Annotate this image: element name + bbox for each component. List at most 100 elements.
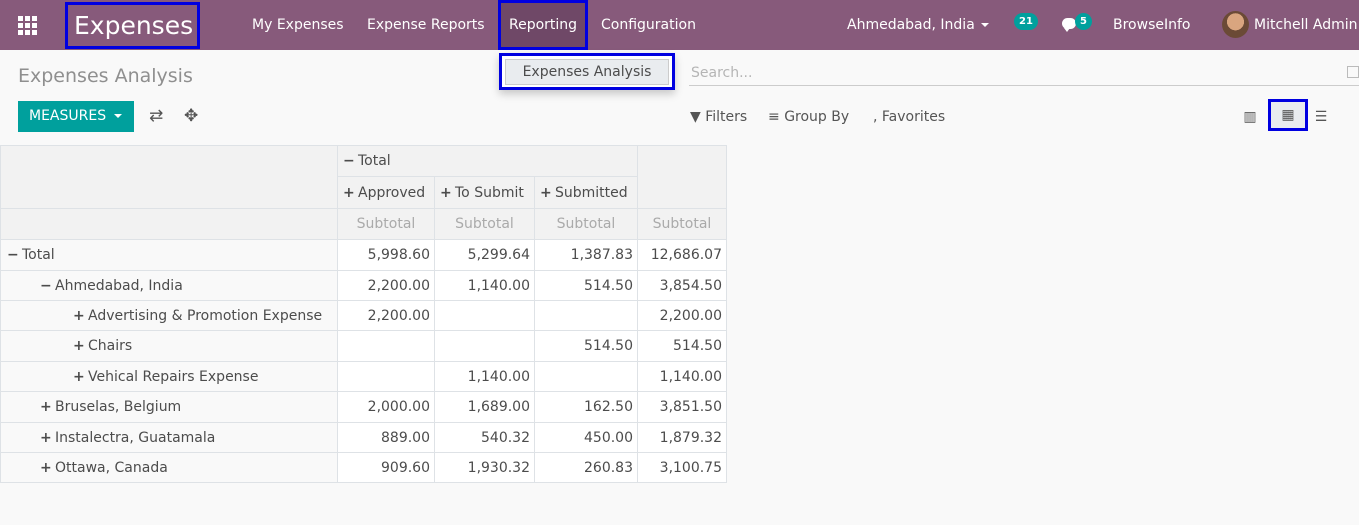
row-toggle: + <box>40 429 52 446</box>
chat-icon[interactable] <box>1062 18 1076 32</box>
page-title: Expenses Analysis <box>18 65 193 87</box>
table-row: − Ahmedabad, India 2,200.00 1,140.00 514.… <box>0 270 727 301</box>
table-cell-total: 12,686.07 <box>637 239 727 271</box>
col-header-approved[interactable]: + Approved <box>337 176 435 209</box>
avatar[interactable] <box>1222 11 1249 38</box>
list-view-icon[interactable]: ☰ <box>1310 106 1332 128</box>
table-cell <box>534 300 638 331</box>
table-cell: 1,140.00 <box>434 361 535 392</box>
table-cell-total: 3,100.75 <box>637 452 727 483</box>
table-cell: 1,930.32 <box>434 452 535 483</box>
row-toggle: + <box>73 338 85 354</box>
pivot-corner <box>0 145 338 209</box>
search-options-icon[interactable] <box>1347 66 1359 78</box>
table-row: + Ottawa, Canada 909.60 1,930.32 260.83 3… <box>0 452 727 483</box>
col-header-total[interactable]: − Total <box>337 145 638 177</box>
menu-configuration[interactable]: Configuration <box>601 0 696 50</box>
apps-grid-icon[interactable] <box>18 16 38 35</box>
table-cell-total: 2,200.00 <box>637 300 727 331</box>
row-header[interactable]: + Vehical Repairs Expense <box>0 361 338 392</box>
filters-button[interactable]: ▼ Filters <box>690 107 747 127</box>
table-row: + Instalectra, Guatamala 889.00 540.32 45… <box>0 422 727 453</box>
menu-my-expenses[interactable]: My Expenses <box>252 0 344 50</box>
company-name: Ahmedabad, India <box>847 17 975 33</box>
star-icon: , <box>873 109 878 125</box>
row-toggle: − <box>7 247 19 263</box>
app-brand[interactable]: Expenses <box>65 2 200 49</box>
company-switcher[interactable]: Ahmedabad, India <box>847 0 989 50</box>
table-cell: 260.83 <box>534 452 638 483</box>
table-cell: 909.60 <box>337 452 435 483</box>
table-cell <box>434 300 535 331</box>
browseinfo-link[interactable]: BrowseInfo <box>1113 0 1190 50</box>
search-bar <box>689 60 1359 86</box>
table-cell: 162.50 <box>534 391 638 423</box>
graph-view-icon[interactable]: ▥ <box>1239 106 1261 128</box>
row-label: Vehical Repairs Expense <box>88 368 259 385</box>
reporting-dropdown: Expenses Analysis <box>499 53 675 90</box>
row-header-total[interactable]: − Total <box>0 239 338 271</box>
table-cell: 514.50 <box>534 270 638 301</box>
row-label: Ahmedabad, India <box>55 277 183 294</box>
subtotal-header: Subtotal <box>434 208 535 240</box>
pivot-view-icon[interactable]: ▦ <box>1268 99 1308 131</box>
row-header[interactable]: − Ahmedabad, India <box>0 270 338 301</box>
row-header[interactable]: + Chairs <box>0 330 338 362</box>
row-label: Ottawa, Canada <box>55 459 168 476</box>
group-by-label: Group By <box>784 109 850 125</box>
table-cell: 540.32 <box>434 422 535 453</box>
table-row: + Bruselas, Belgium 2,000.00 1,689.00 162… <box>0 391 727 423</box>
row-header[interactable]: + Instalectra, Guatamala <box>0 422 338 453</box>
table-cell-total: 1,140.00 <box>637 361 727 392</box>
row-toggle: + <box>73 307 85 324</box>
row-header[interactable]: + Advertising & Promotion Expense <box>0 300 338 331</box>
table-cell: 2,000.00 <box>337 391 435 423</box>
table-row: + Chairs 514.50 514.50 <box>0 330 727 362</box>
table-cell: 450.00 <box>534 422 638 453</box>
menu-reporting[interactable]: Reporting <box>498 0 589 50</box>
table-cell: 2,200.00 <box>337 270 435 301</box>
measures-label: MEASURES <box>29 108 107 124</box>
table-cell-total: 3,851.50 <box>637 391 727 423</box>
table-row: − Total 5,998.60 5,299.64 1,387.83 12,686… <box>0 239 727 271</box>
expand-all-icon[interactable]: ✥ <box>184 108 198 125</box>
col-header-label: Submitted <box>555 184 628 201</box>
row-toggle: + <box>40 459 52 476</box>
measures-button[interactable]: MEASURES <box>18 101 134 132</box>
row-header[interactable]: + Bruselas, Belgium <box>0 391 338 423</box>
row-toggle: + <box>73 368 85 385</box>
activity-badge[interactable]: 21 <box>1014 13 1038 30</box>
row-label: Advertising & Promotion Expense <box>88 307 323 324</box>
table-cell: 5,299.64 <box>434 239 535 271</box>
user-menu[interactable]: Mitchell Admin <box>1254 0 1358 50</box>
favorites-button[interactable]: , Favorites <box>873 107 945 127</box>
subtotal-header: Subtotal <box>637 208 727 240</box>
table-cell: 1,140.00 <box>434 270 535 301</box>
menu-expense-reports[interactable]: Expense Reports <box>367 0 485 50</box>
search-input[interactable] <box>689 60 1329 85</box>
row-label: Chairs <box>88 338 133 354</box>
col-header-submitted[interactable]: + Submitted <box>534 176 638 209</box>
row-toggle: − <box>40 277 52 294</box>
table-cell-total: 514.50 <box>637 330 727 362</box>
filters-label: Filters <box>705 109 748 125</box>
table-row: + Vehical Repairs Expense 1,140.00 1,140.… <box>0 361 727 392</box>
flip-axis-icon[interactable]: ⇄ <box>149 108 163 125</box>
filter-icon: ▼ <box>690 109 701 125</box>
table-cell <box>337 330 435 362</box>
chevron-down-icon <box>980 23 989 27</box>
table-cell: 1,387.83 <box>534 239 638 271</box>
message-badge[interactable]: 5 <box>1075 13 1092 30</box>
favorites-label: Favorites <box>881 109 946 125</box>
pivot-table: − Total + Approved + To Submit + Submitted S… <box>0 145 727 483</box>
top-navbar: Expenses My Expenses Expense Reports Rep… <box>0 0 1359 50</box>
row-header[interactable]: + Ottawa, Canada <box>0 452 338 483</box>
group-by-button[interactable]: ≡ Group By <box>768 107 849 127</box>
dropdown-item-expenses-analysis[interactable]: Expenses Analysis <box>505 59 669 85</box>
subtotal-corner <box>0 208 338 240</box>
row-label: Bruselas, Belgium <box>55 399 182 415</box>
row-toggle: + <box>40 399 52 415</box>
col-header-to-submit[interactable]: + To Submit <box>434 176 535 209</box>
table-cell: 2,200.00 <box>337 300 435 331</box>
chevron-down-icon <box>114 114 123 118</box>
